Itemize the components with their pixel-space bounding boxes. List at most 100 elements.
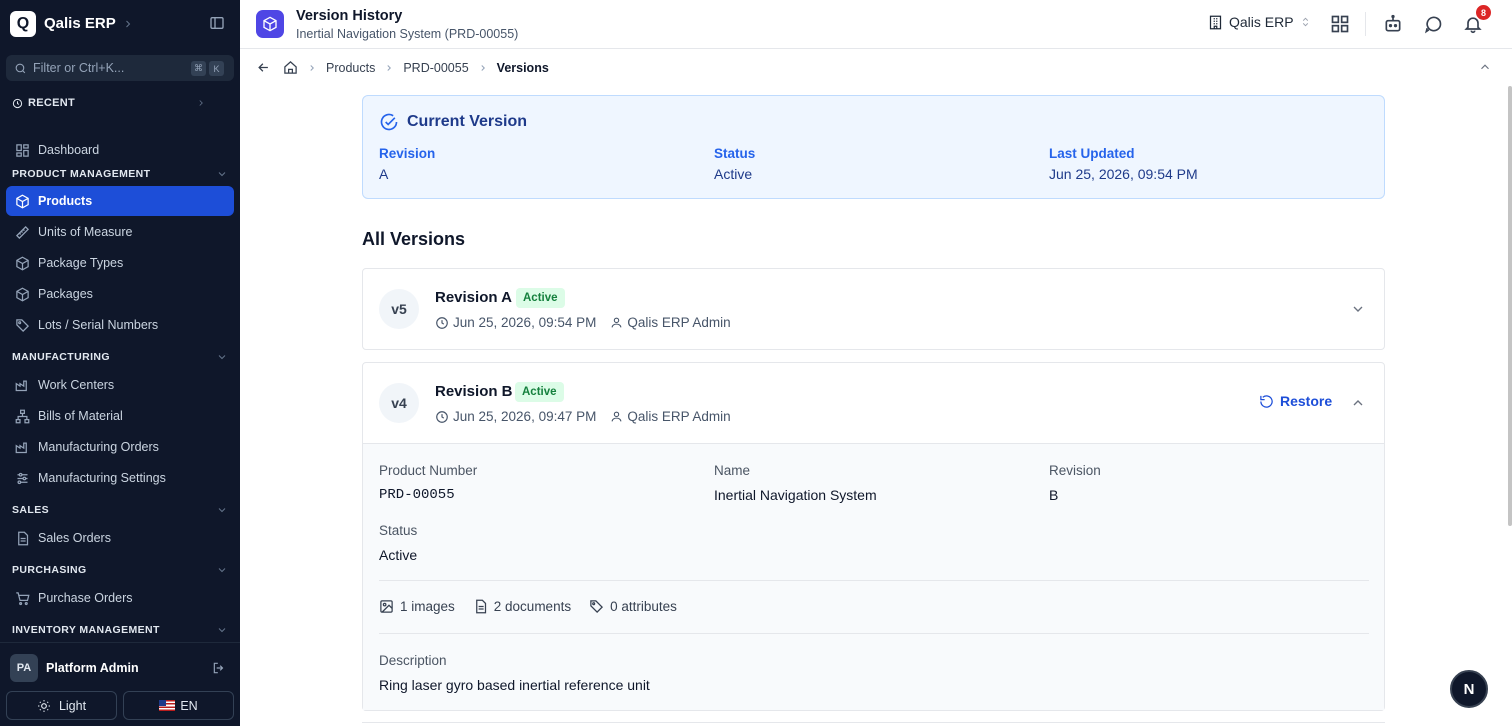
description-label: Description [379, 653, 447, 668]
user-profile[interactable]: PA Platform Admin [10, 654, 230, 682]
clock-icon [435, 316, 449, 330]
chevron-up-icon[interactable] [1350, 395, 1366, 411]
document-icon [473, 599, 488, 614]
sidebar-item-purchase-orders[interactable]: Purchase Orders [6, 583, 234, 613]
tag-icon [589, 599, 604, 614]
status-label: Status [379, 523, 418, 538]
product-number-value: PRD-00055 [379, 487, 455, 503]
version-user: Qalis ERP Admin [627, 315, 731, 330]
logout-icon[interactable] [212, 661, 226, 675]
back-arrow-icon[interactable] [256, 60, 271, 75]
chevron-down-icon[interactable] [1350, 301, 1366, 317]
app-switcher[interactable]: Q Qalis ERP [10, 10, 232, 37]
section-manufacturing[interactable]: MANUFACTURING [12, 351, 228, 363]
app-logo: Q [10, 10, 36, 37]
user-icon [610, 410, 623, 423]
sidebar-item-units-of-measure[interactable]: Units of Measure [6, 217, 234, 247]
factory-icon [15, 440, 30, 455]
version-header[interactable]: v4 Revision B Active Jun 25, 2026, 09:47… [363, 363, 1384, 443]
version-header[interactable]: v5 Revision A Active Jun 25, 2026, 09:54… [363, 269, 1384, 349]
sidebar-item-label: Packages [38, 287, 93, 301]
dashboard-icon [15, 143, 30, 158]
sidebar-item-packages[interactable]: Packages [6, 279, 234, 309]
version-name: Revision A [435, 289, 512, 306]
page-subtitle: Inertial Navigation System (PRD-00055) [296, 27, 519, 41]
us-flag-icon [159, 700, 176, 711]
revision-label: Revision [379, 146, 436, 161]
version-details: Product Number PRD-00055 Name Inertial N… [363, 443, 1384, 710]
apps-grid-icon[interactable] [1330, 14, 1350, 34]
breadcrumb: Products PRD-00055 Versions [240, 49, 1512, 86]
sidebar-item-products[interactable]: Products [6, 186, 234, 216]
sidebar-item-package-types[interactable]: Package Types [6, 248, 234, 278]
breadcrumb-separator-icon [307, 63, 317, 73]
chat-icon[interactable] [1423, 14, 1443, 34]
user-icon [610, 316, 623, 329]
documents-count: 2 documents [473, 599, 571, 614]
sidebar-collapse-icon[interactable] [209, 15, 234, 31]
breadcrumb-product-link[interactable]: PRD-00055 [403, 61, 468, 75]
last-updated-label: Last Updated [1049, 146, 1135, 161]
section-inventory-management[interactable]: INVENTORY MANAGEMENT [12, 624, 228, 636]
check-circle-icon [379, 112, 399, 132]
sidebar-item-label: Units of Measure [38, 225, 133, 239]
section-sales[interactable]: SALES [12, 504, 228, 516]
section-label: PURCHASING [12, 564, 87, 576]
sidebar-item-manufacturing-settings[interactable]: Manufacturing Settings [6, 463, 234, 493]
building-icon [1208, 15, 1223, 30]
sidebar-item-dashboard[interactable]: Dashboard [6, 135, 234, 165]
home-icon[interactable] [283, 60, 298, 75]
sidebar-item-manufacturing-orders[interactable]: Manufacturing Orders [6, 432, 234, 462]
clock-icon [12, 98, 23, 109]
kbd-cmd: ⌘ [191, 61, 206, 76]
version-badge: v5 [379, 289, 419, 329]
sidebar-item-label: Products [38, 194, 93, 208]
documents-label: 2 documents [493, 599, 572, 614]
chevron-down-icon [216, 624, 228, 636]
recent-toggle[interactable]: RECENT [12, 97, 206, 109]
chevron-up-icon[interactable] [1478, 60, 1492, 74]
chevron-down-icon [216, 564, 228, 576]
theme-label: Light [58, 698, 87, 713]
images-count: 1 images [379, 599, 455, 614]
section-label: PRODUCT MANAGEMENT [12, 168, 151, 180]
sidebar-item-bills-of-material[interactable]: Bills of Material [6, 401, 234, 431]
sidebar-item-lots-serial[interactable]: Lots / Serial Numbers [6, 310, 234, 340]
filter-input[interactable] [33, 61, 183, 75]
restore-label: Restore [1280, 393, 1333, 409]
language-button[interactable]: EN [123, 691, 234, 720]
notification-badge: 8 [1476, 5, 1491, 20]
chevron-down-icon [216, 504, 228, 516]
section-product-management[interactable]: PRODUCT MANAGEMENT [12, 168, 228, 180]
app-name: Qalis ERP [44, 15, 116, 32]
tag-icon [15, 318, 30, 333]
theme-toggle-button[interactable]: Light [6, 691, 117, 720]
chevron-up-down-icon [1300, 15, 1311, 29]
sliders-icon [15, 471, 30, 486]
revision-value: B [1049, 487, 1059, 503]
sidebar-filter[interactable]: ⌘ K [6, 55, 234, 81]
restore-button[interactable]: Restore [1259, 393, 1332, 409]
nextjs-dev-button[interactable]: N [1450, 670, 1488, 708]
sidebar-item-work-centers[interactable]: Work Centers [6, 370, 234, 400]
sidebar-item-sales-orders[interactable]: Sales Orders [6, 523, 234, 553]
section-purchasing[interactable]: PURCHASING [12, 564, 228, 576]
sidebar-item-label: Sales Orders [38, 531, 111, 545]
user-name: Platform Admin [46, 661, 139, 675]
scrollbar[interactable] [1508, 86, 1512, 526]
hierarchy-icon [15, 409, 30, 424]
attributes-count: 0 attributes [589, 599, 677, 614]
divider [379, 580, 1369, 581]
bot-icon[interactable] [1383, 14, 1403, 34]
product-number-label: Product Number [379, 463, 478, 478]
sidebar-divider [0, 642, 240, 643]
organization-switcher[interactable]: Qalis ERP [1208, 14, 1311, 30]
chevron-right-icon [122, 18, 134, 30]
current-version-heading: Current Version [379, 112, 527, 132]
breadcrumb-products-link[interactable]: Products [326, 61, 375, 75]
factory-icon [15, 378, 30, 393]
cart-icon [15, 591, 30, 606]
revision-label: Revision [1049, 463, 1101, 478]
status-label: Status [714, 146, 756, 161]
sidebar-item-label: Manufacturing Orders [38, 440, 159, 454]
